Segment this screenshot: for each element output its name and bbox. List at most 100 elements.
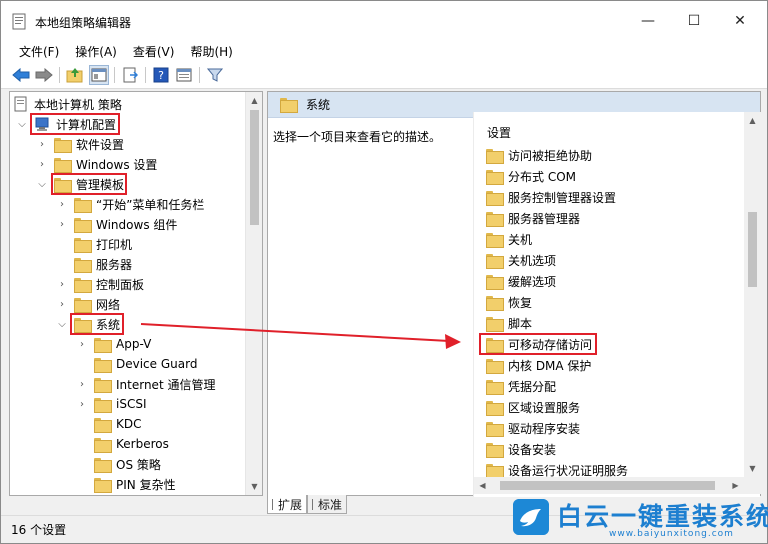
menu-action[interactable]: 操作(A) bbox=[67, 41, 125, 61]
setting-list-item[interactable]: 服务控制管理器设置 bbox=[486, 187, 616, 207]
tree-item-system-child[interactable]: › Internet 通信管理 bbox=[76, 374, 215, 394]
expand-chevron-icon[interactable]: › bbox=[56, 218, 68, 230]
scroll-thumb[interactable] bbox=[500, 481, 715, 490]
scroll-up-icon[interactable]: ▲ bbox=[744, 112, 761, 129]
expand-chevron-icon[interactable]: › bbox=[56, 198, 68, 210]
tree-label: PIN 复杂性 bbox=[116, 477, 176, 492]
tree-label: iSCSI bbox=[116, 397, 147, 411]
tree-item-system-child[interactable]: Kerberos bbox=[76, 434, 169, 454]
watermark-url: www.baiyunxitong.com bbox=[609, 529, 734, 539]
setting-label: 关机选项 bbox=[508, 253, 557, 268]
scroll-thumb[interactable] bbox=[250, 110, 259, 225]
expand-chevron-icon[interactable]: › bbox=[76, 378, 88, 390]
tree-item-system-child[interactable]: Device Guard bbox=[76, 354, 197, 374]
export-list-icon[interactable] bbox=[120, 65, 140, 85]
collapse-chevron-icon[interactable]: ⌵ bbox=[36, 178, 48, 190]
collapse-chevron-icon[interactable]: ⌵ bbox=[16, 118, 28, 130]
tab-standard[interactable]: 标准 bbox=[307, 495, 348, 514]
tree-label: 服务器 bbox=[96, 257, 133, 272]
setting-list-item[interactable]: 凭据分配 bbox=[486, 376, 556, 396]
tree-item-system-child[interactable]: KDC bbox=[76, 414, 142, 434]
tree-root[interactable]: 本地计算机 策略 bbox=[14, 94, 122, 114]
close-button[interactable]: ✕ bbox=[717, 1, 763, 41]
setting-list-item[interactable]: 设备安装 bbox=[486, 439, 556, 459]
expand-chevron-icon[interactable]: › bbox=[36, 158, 48, 170]
setting-label: 分布式 COM bbox=[508, 169, 576, 184]
menu-file[interactable]: 文件(F) bbox=[11, 41, 67, 61]
tree-label: 本地计算机 策略 bbox=[34, 97, 122, 112]
folder-icon bbox=[486, 316, 504, 332]
minimize-button[interactable]: — bbox=[625, 1, 671, 41]
expand-chevron-icon[interactable]: › bbox=[56, 298, 68, 310]
menu-help[interactable]: 帮助(H) bbox=[182, 41, 240, 61]
expand-chevron-icon[interactable]: › bbox=[76, 398, 88, 410]
tree-item-control-panel[interactable]: › 控制面板 bbox=[56, 274, 144, 294]
setting-label: 关机 bbox=[508, 232, 533, 247]
folder-icon bbox=[486, 274, 504, 290]
setting-list-item[interactable]: 访问被拒绝协助 bbox=[486, 145, 592, 165]
tree-item-network[interactable]: › 网络 bbox=[56, 294, 120, 314]
tree-label: Device Guard bbox=[116, 357, 198, 371]
tree-item-software-settings[interactable]: › 软件设置 bbox=[36, 134, 124, 154]
setting-list-item[interactable]: 驱动程序安装 bbox=[486, 418, 580, 438]
tree-label: Internet 通信管理 bbox=[116, 377, 216, 392]
tree-item-windows-components[interactable]: › Windows 组件 bbox=[56, 214, 177, 234]
list-horizontal-scrollbar[interactable]: ◀ ▶ bbox=[474, 477, 744, 494]
setting-list-item[interactable]: 区域设置服务 bbox=[486, 397, 580, 417]
properties-icon[interactable] bbox=[174, 65, 194, 85]
menu-view[interactable]: 查看(V) bbox=[125, 41, 183, 61]
scroll-down-icon[interactable]: ▼ bbox=[246, 478, 262, 495]
tree-item-system-child[interactable]: › App-V bbox=[76, 334, 151, 354]
folder-icon bbox=[54, 157, 72, 173]
watermark-logo: 白云一键重装系统 www.baiyunxitong.com bbox=[513, 495, 768, 541]
setting-list-item[interactable]: 关机选项 bbox=[486, 250, 556, 270]
tree-scrollbar[interactable]: ▲ ▼ bbox=[245, 92, 262, 495]
scroll-up-icon[interactable]: ▲ bbox=[246, 92, 262, 109]
tree-item-system-child[interactable]: OS 策略 bbox=[76, 454, 161, 474]
folder-icon bbox=[54, 137, 72, 153]
tree-item-server[interactable]: 服务器 bbox=[56, 254, 132, 274]
back-icon[interactable] bbox=[11, 65, 31, 85]
tree-label: App-V bbox=[116, 337, 152, 351]
title-bar: 本地组策略编辑器 — ☐ ✕ bbox=[1, 1, 767, 41]
tree-label: Windows 组件 bbox=[96, 217, 178, 232]
setting-list-item[interactable]: 缓解选项 bbox=[486, 271, 556, 291]
bird-logo-icon bbox=[513, 499, 549, 535]
tree-label: 网络 bbox=[96, 297, 121, 312]
expand-chevron-icon[interactable]: › bbox=[36, 138, 48, 150]
setting-list-item[interactable]: 内核 DMA 保护 bbox=[486, 355, 591, 375]
tree-item-system-child[interactable]: › iSCSI bbox=[76, 394, 147, 414]
expand-chevron-icon[interactable]: › bbox=[56, 278, 68, 290]
column-header-setting[interactable]: 设置 bbox=[487, 124, 511, 141]
expand-chevron-icon[interactable]: › bbox=[76, 338, 88, 350]
setting-label: 缓解选项 bbox=[508, 274, 557, 289]
tree-label: 打印机 bbox=[96, 237, 133, 252]
setting-list-item[interactable]: 恢复 bbox=[486, 292, 532, 312]
setting-list-item[interactable]: 分布式 COM bbox=[486, 166, 576, 186]
tree-item-start-menu[interactable]: › “开始”菜单和任务栏 bbox=[56, 194, 204, 214]
setting-list-item[interactable]: 服务器管理器 bbox=[486, 208, 580, 228]
help-icon[interactable]: ? bbox=[151, 65, 171, 85]
tab-extended[interactable]: 扩展 bbox=[267, 495, 308, 514]
up-folder-icon[interactable] bbox=[65, 65, 85, 85]
tree-item-printers[interactable]: 打印机 bbox=[56, 234, 132, 254]
show-hide-tree-icon[interactable] bbox=[89, 65, 109, 85]
maximize-button[interactable]: ☐ bbox=[671, 1, 717, 41]
setting-label: 设备运行状况证明服务 bbox=[508, 463, 629, 478]
details-pane: 系统 选择一个项目来查看它的描述。 设置 访问被拒绝协助 分布式 COM 服务控制管… bbox=[267, 91, 761, 497]
list-vertical-scrollbar[interactable]: ▲ ▼ bbox=[744, 112, 761, 477]
scroll-down-icon[interactable]: ▼ bbox=[744, 460, 761, 477]
setting-list-item[interactable]: 关机 bbox=[486, 229, 532, 249]
setting-list-item[interactable]: 脚本 bbox=[486, 313, 532, 333]
tree-item-system-child[interactable]: PIN 复杂性 bbox=[76, 474, 176, 494]
forward-icon[interactable] bbox=[34, 65, 54, 85]
filter-icon[interactable] bbox=[205, 65, 225, 85]
tree-item-windows-settings[interactable]: › Windows 设置 bbox=[36, 154, 157, 174]
collapse-chevron-icon[interactable]: ⌵ bbox=[56, 318, 68, 330]
scroll-thumb[interactable] bbox=[748, 212, 757, 287]
setting-label: 服务器管理器 bbox=[508, 211, 581, 226]
setting-label: 服务控制管理器设置 bbox=[508, 190, 617, 205]
scroll-left-icon[interactable]: ◀ bbox=[474, 477, 491, 494]
folder-icon bbox=[486, 232, 504, 248]
scroll-right-icon[interactable]: ▶ bbox=[727, 477, 744, 494]
